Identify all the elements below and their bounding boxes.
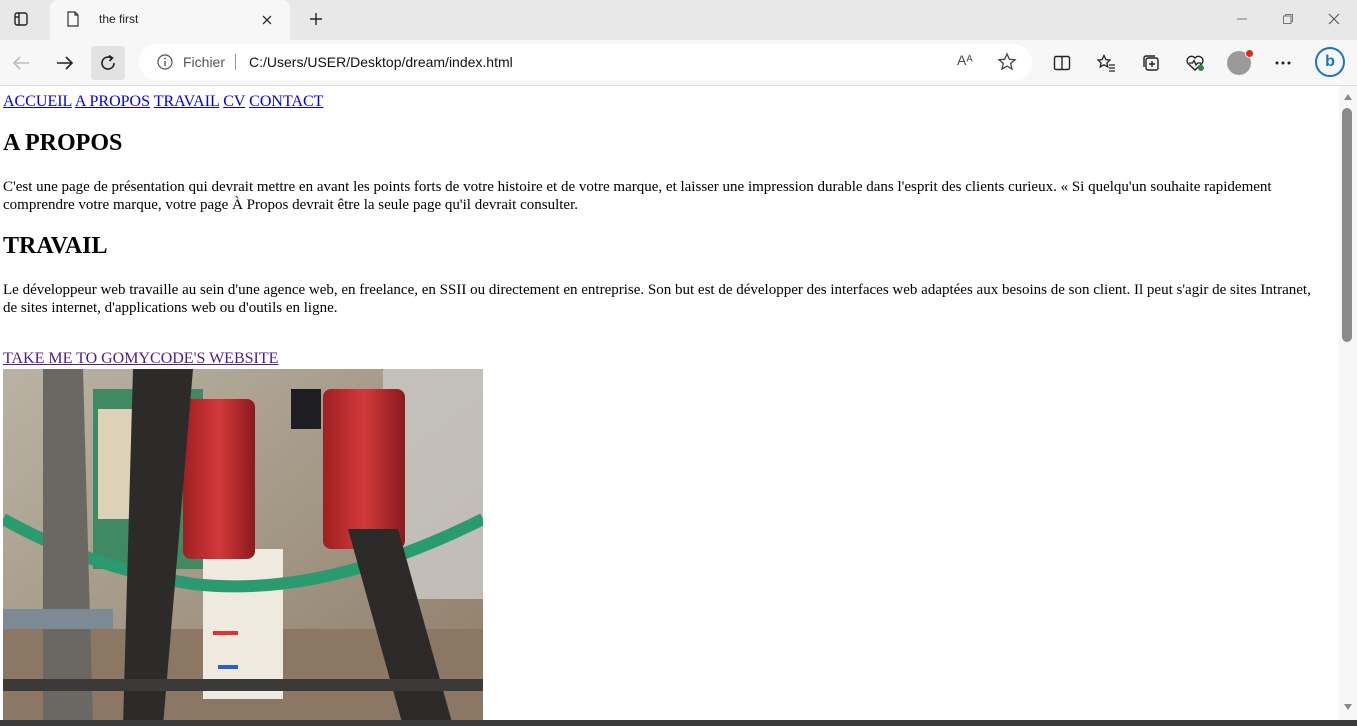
active-tab[interactable]: the first xyxy=(50,0,290,40)
url-text[interactable]: C:/Users/USER/Desktop/dream/index.html xyxy=(249,54,513,70)
notification-dot xyxy=(1245,49,1254,58)
refresh-icon[interactable] xyxy=(91,46,125,80)
split-screen-icon[interactable] xyxy=(1050,52,1074,74)
tab-title: the first xyxy=(99,12,139,26)
omnibox-scheme: Fichier xyxy=(183,54,226,70)
nav-link-cv[interactable]: CV xyxy=(223,93,245,110)
travail-heading: TRAVAIL xyxy=(3,233,108,259)
restore-icon[interactable] xyxy=(1276,8,1300,30)
bing-button[interactable]: b xyxy=(1315,47,1345,77)
nav-link-contact[interactable]: CONTACT xyxy=(249,93,323,110)
info-icon[interactable] xyxy=(157,54,173,75)
star-icon[interactable] xyxy=(997,52,1017,77)
read-aloud-button[interactable]: Aᴬ xyxy=(957,52,973,68)
favorites-icon[interactable] xyxy=(1094,52,1118,74)
tab-strip: the first xyxy=(0,0,1357,40)
nav-link-a-propos[interactable]: A PROPOS xyxy=(75,93,150,110)
page-icon xyxy=(66,11,80,32)
avatar[interactable] xyxy=(1227,49,1254,75)
more-icon[interactable] xyxy=(1271,52,1295,74)
scroll-down-arrow[interactable] xyxy=(1344,704,1352,710)
vertical-scrollbar[interactable] xyxy=(1339,86,1357,720)
nav-link-accueil[interactable]: ACCUEIL xyxy=(3,93,72,110)
scrollbar-thumb[interactable] xyxy=(1342,108,1352,342)
a-propos-heading: A PROPOS xyxy=(3,130,123,156)
close-icon[interactable] xyxy=(256,9,278,31)
page-viewport: ACCUEIL A PROPOS TRAVAIL CV CONTACT A PR… xyxy=(0,86,1339,726)
plus-icon[interactable] xyxy=(304,7,328,31)
browser-toolbar: Fichier C:/Users/USER/Desktop/dream/inde… xyxy=(0,40,1357,86)
workshop-photo xyxy=(3,369,483,726)
travail-paragraph: Le développeur web travaille au sein d'u… xyxy=(3,282,1311,316)
a-propos-paragraph: C'est une page de présentation qui devra… xyxy=(3,179,1272,213)
taskbar-edge xyxy=(0,720,1357,726)
minimize-icon[interactable] xyxy=(1230,8,1254,30)
scroll-up-arrow[interactable] xyxy=(1344,94,1352,100)
window-close-icon[interactable] xyxy=(1322,8,1346,30)
nav-link-travail[interactable]: TRAVAIL xyxy=(154,93,220,110)
forward-arrow-icon[interactable] xyxy=(48,46,82,80)
omnibox-separator xyxy=(235,54,236,70)
browser-essentials-icon[interactable] xyxy=(1183,52,1207,74)
tab-actions-icon[interactable] xyxy=(8,7,34,31)
collections-icon[interactable] xyxy=(1139,52,1163,74)
nav-links: ACCUEIL A PROPOS TRAVAIL CV CONTACT xyxy=(3,93,323,111)
back-arrow-icon[interactable] xyxy=(4,46,38,80)
address-bar[interactable]: Fichier C:/Users/USER/Desktop/dream/inde… xyxy=(139,44,1032,80)
gomycode-link[interactable]: TAKE ME TO GOMYCODE'S WEBSITE xyxy=(3,350,278,368)
